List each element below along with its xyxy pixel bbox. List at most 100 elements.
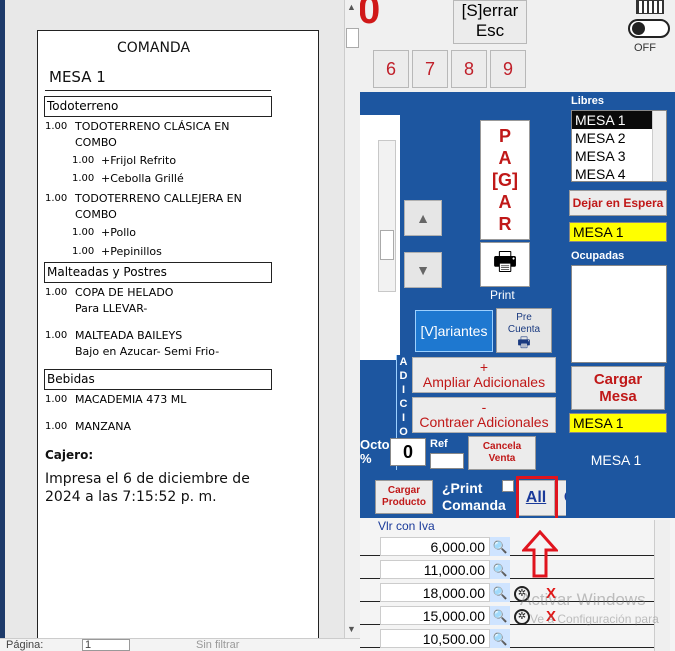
descuento-label: Octo % bbox=[360, 438, 390, 466]
item-qty: 1.00 bbox=[45, 193, 68, 204]
pagar-letter: [G] bbox=[492, 170, 518, 190]
grid-cell-value: 15,000.00 bbox=[380, 606, 490, 625]
contraer-sign: - bbox=[481, 399, 487, 415]
section-header: Todoterreno bbox=[44, 96, 272, 117]
sin-filtrar-label[interactable]: Sin filtrar bbox=[196, 639, 239, 651]
print-comanda-label: ¿Print Comanda bbox=[442, 480, 506, 514]
item-name-cont: COMBO bbox=[75, 208, 117, 221]
cancela-venta-button[interactable]: Cancela Venta bbox=[468, 436, 536, 470]
modifier-name: +Pollo bbox=[101, 226, 137, 239]
preview-navigation-bar: Página: 1 Sin filtrar bbox=[0, 638, 360, 651]
activation-watermark: Activar Windows bbox=[520, 590, 646, 609]
magnifier-icon[interactable]: 🔍 bbox=[490, 560, 510, 579]
triangle-up-icon: ▲ bbox=[416, 210, 430, 226]
print-label: Print bbox=[490, 288, 515, 302]
ampliar-adicionales-button[interactable]: + Ampliar Adicionales bbox=[412, 357, 556, 393]
numpad-key-7[interactable]: 7 bbox=[412, 50, 448, 88]
section-header: Bebidas bbox=[44, 369, 272, 390]
ampliar-label: Ampliar Adicionales bbox=[422, 374, 546, 390]
item-qty: 1.00 bbox=[45, 330, 68, 341]
grid-cell-value: 11,000.00 bbox=[380, 560, 490, 579]
esc-line1: [S]errar bbox=[461, 1, 519, 20]
print-comanda-line1: ¿Print bbox=[442, 480, 483, 496]
scroll-down-button[interactable]: ▼ bbox=[404, 252, 442, 288]
libres-label: Libres bbox=[571, 95, 605, 107]
print-button[interactable]: 🖶 bbox=[480, 242, 530, 287]
print-comanda-checkbox[interactable] bbox=[502, 480, 514, 492]
printed-line2: 2024 a las 7:15:52 p. m. bbox=[45, 489, 217, 505]
printed-timestamp: Impresa el 6 de diciembre de 2024 a las … bbox=[45, 470, 265, 506]
pagar-button[interactable]: P A [G] A R bbox=[480, 120, 530, 240]
esc-line2: Esc bbox=[475, 21, 505, 40]
scroll-up-arrow-icon[interactable]: ▲ bbox=[347, 2, 356, 12]
ref-input[interactable] bbox=[430, 453, 464, 469]
grid-cell-value: 6,000.00 bbox=[380, 537, 490, 556]
item-name: MANZANA bbox=[75, 420, 132, 433]
contraer-label: Contraer Adicionales bbox=[419, 414, 549, 430]
octo-line1: Octo bbox=[360, 437, 390, 452]
modifier-name: +Pepinillos bbox=[101, 245, 162, 258]
precuenta-button[interactable]: Pre Cuenta 🖶 bbox=[496, 308, 552, 353]
preview-vertical-scrollbar[interactable] bbox=[344, 0, 360, 640]
scroll-down-arrow-icon[interactable]: ▼ bbox=[347, 624, 356, 634]
item-qty: 1.00 bbox=[45, 394, 68, 405]
cargar-mesa-button[interactable]: Cargar Mesa bbox=[571, 366, 665, 410]
window-edge bbox=[0, 0, 5, 651]
ocupadas-list[interactable] bbox=[571, 265, 667, 363]
item-qty: 1.00 bbox=[45, 421, 68, 432]
magnifier-icon[interactable]: 🔍 bbox=[490, 583, 510, 602]
divider bbox=[45, 90, 271, 91]
pagina-label: Página: bbox=[6, 639, 44, 651]
modifier-name: +Cebolla Grillé bbox=[101, 172, 184, 185]
item-name: TODOTERRENO CLÁSICA EN bbox=[75, 120, 230, 133]
item-name-cont: COMBO bbox=[75, 136, 117, 149]
ocupadas-label: Ocupadas bbox=[571, 250, 625, 262]
magnifier-icon[interactable]: 🔍 bbox=[490, 537, 510, 556]
libres-scrollbar[interactable] bbox=[652, 111, 666, 181]
dejar-en-espera-button[interactable]: Dejar en Espera bbox=[569, 190, 667, 216]
numpad-key-6[interactable]: 6 bbox=[373, 50, 409, 88]
triangle-down-icon: ▼ bbox=[416, 262, 430, 278]
magnifier-icon[interactable]: 🔍 bbox=[490, 606, 510, 625]
magnifier-icon[interactable]: 🔍 bbox=[490, 629, 510, 648]
product-scroll-thumb[interactable] bbox=[380, 230, 394, 260]
adicio-letter: O bbox=[399, 426, 408, 438]
cargar-producto-button[interactable]: Cargar Producto bbox=[375, 480, 433, 514]
modifier-name: +Frijol Refrito bbox=[101, 154, 177, 167]
close-esc-button[interactable]: [S]errar Esc bbox=[453, 0, 527, 44]
item-name: MACADEMIA 473 ML bbox=[75, 393, 187, 406]
pagina-input[interactable]: 1 bbox=[82, 639, 130, 651]
adicio-letter: D bbox=[399, 370, 408, 382]
grid-scrollbar[interactable] bbox=[654, 520, 670, 651]
section-header: Malteadas y Postres bbox=[44, 262, 272, 283]
pagar-letter: R bbox=[498, 214, 512, 234]
numpad-key-9[interactable]: 9 bbox=[490, 50, 526, 88]
precuenta-line1: Pre bbox=[516, 312, 532, 323]
scroll-up-button[interactable]: ▲ bbox=[404, 200, 442, 236]
ref-label: Ref bbox=[430, 438, 448, 450]
cargar-mesa-line1: Cargar bbox=[593, 371, 643, 388]
cancela-line1: Cancela bbox=[482, 441, 522, 452]
adicio-letter: A bbox=[399, 356, 408, 368]
printer-small-icon: 🖶 bbox=[517, 334, 531, 350]
fan-icon[interactable]: ✲ bbox=[514, 609, 530, 625]
selected-mesa-field-2[interactable]: MESA 1 bbox=[569, 413, 667, 433]
cancela-line2: Venta bbox=[488, 453, 516, 464]
variantes-button[interactable]: [V]ariantes bbox=[415, 310, 493, 352]
contraer-adicionales-button[interactable]: - Contraer Adicionales bbox=[412, 397, 556, 433]
cargar-producto-line1: Cargar bbox=[387, 485, 421, 496]
adicio-letter: I bbox=[401, 412, 406, 424]
product-scrollbar[interactable] bbox=[378, 140, 396, 292]
keyboard-icon[interactable] bbox=[636, 0, 664, 14]
toggle-switch[interactable] bbox=[628, 19, 670, 38]
preview-scroll-thumb[interactable] bbox=[346, 28, 359, 48]
item-name: COPA DE HELADO bbox=[75, 286, 174, 299]
quantity-field[interactable]: 0 bbox=[390, 438, 426, 466]
activation-watermark-sub: Ve a Configuración para bbox=[530, 612, 659, 626]
adicio-letter: C bbox=[399, 398, 408, 410]
numpad-key-8[interactable]: 8 bbox=[451, 50, 487, 88]
comanda-mesa: MESA 1 bbox=[49, 68, 106, 86]
pagar-letter: A bbox=[498, 192, 512, 212]
item-note: Bajo en Azucar- Semi Frio- bbox=[75, 345, 220, 358]
selected-mesa-field[interactable]: MESA 1 bbox=[569, 222, 667, 242]
